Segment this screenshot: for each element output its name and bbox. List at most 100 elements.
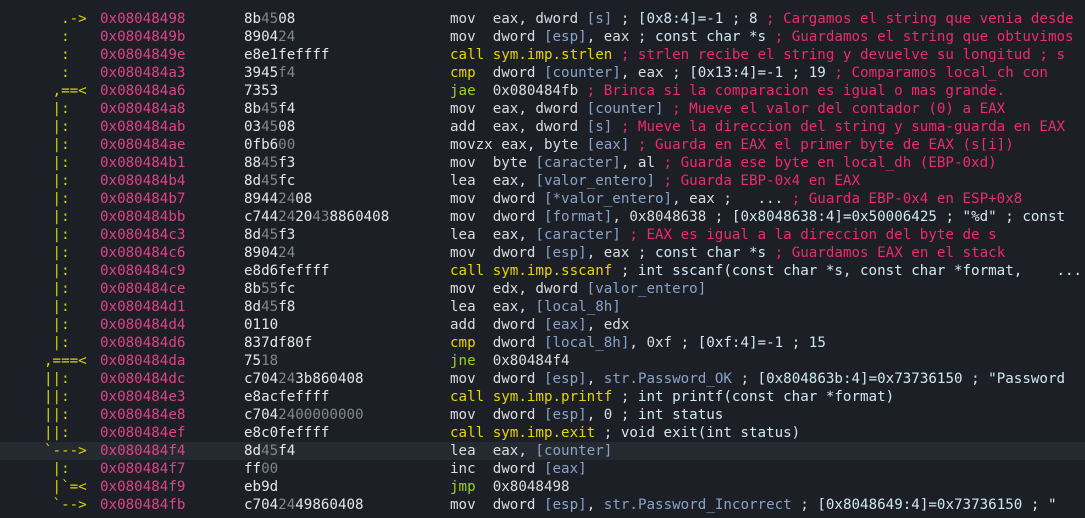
opcode-byte-group: 88 bbox=[244, 155, 262, 171]
disasm-row[interactable]: ||: 0x080484e8 c7042400000000 mov dword [e… bbox=[0, 406, 1085, 424]
address[interactable]: 0x080484dc bbox=[100, 370, 185, 388]
instruction-token: , 0xf ; bbox=[629, 335, 698, 351]
instruction-token: , eax ; bbox=[620, 65, 690, 81]
instruction-token: ; bbox=[612, 389, 638, 405]
address[interactable]: 0x080484f7 bbox=[100, 460, 185, 478]
opcode-byte-group: 24 bbox=[278, 29, 296, 45]
instruction-token: inc dword bbox=[450, 461, 544, 477]
disasm-row[interactable]: ,==< 0x080484a6 7353 jae 0x080484fb ; Brinc… bbox=[0, 82, 1085, 100]
disasm-row[interactable]: |: 0x080484d1 8d45f8 lea eax, [local_8h] bbox=[0, 298, 1085, 316]
opcode-byte-group: ffff bbox=[295, 47, 330, 63]
disasm-row[interactable]: ||: 0x080484e3 e8acfeffff call sym.imp.pri… bbox=[0, 388, 1085, 406]
disasm-row[interactable]: |: 0x080484f7 ff00 inc dword [eax] bbox=[0, 460, 1085, 478]
address[interactable]: 0x080484b7 bbox=[100, 190, 185, 208]
disasm-row[interactable]: |: 0x080484b4 8d45fc lea eax, [valor_enter… bbox=[0, 172, 1085, 190]
address[interactable]: 0x080484d6 bbox=[100, 334, 185, 352]
instruction-token: ... bbox=[757, 191, 784, 207]
address[interactable]: 0x080484b1 bbox=[100, 154, 185, 172]
instruction-token: jae bbox=[450, 83, 493, 99]
address[interactable]: 0x080484a6 bbox=[100, 82, 185, 100]
instruction-token: ; bbox=[731, 371, 758, 387]
instruction-token: , bbox=[586, 371, 604, 387]
disasm-row[interactable]: |: 0x080484c3 8d45f3 lea eax, [caracter] ;… bbox=[0, 226, 1085, 244]
instruction-token: add eax, dword bbox=[450, 119, 587, 135]
instruction-token: mov dword bbox=[450, 371, 544, 387]
address[interactable]: 0x080484c3 bbox=[100, 226, 185, 244]
disasm-row[interactable]: `---> 0x080484f4 8d45f4 lea eax, [counter] bbox=[0, 442, 1085, 460]
comment: ; Guardamos EAX en el stack bbox=[766, 245, 1006, 261]
address[interactable]: 0x080484e3 bbox=[100, 388, 185, 406]
disasm-row[interactable]: |: 0x080484bb c7442420438860408 mov dword … bbox=[0, 208, 1085, 226]
address[interactable]: 0x080484ce bbox=[100, 280, 185, 298]
opcode-byte-group: 0fb6 bbox=[244, 137, 279, 153]
address[interactable]: 0x0804849b bbox=[100, 28, 185, 46]
instruction-token: [0x8048638:4]=0x50006425 ; "%d" ; const bbox=[731, 209, 1066, 225]
address[interactable]: 0x08048498 bbox=[100, 10, 185, 28]
disasm-row[interactable]: .-> 0x08048498 8b4508 mov eax, dword [s] ; … bbox=[0, 10, 1085, 28]
address[interactable]: 0x080484f9 bbox=[100, 478, 185, 496]
address[interactable]: 0x080484c6 bbox=[100, 244, 185, 262]
disasm-row[interactable]: ,===< 0x080484da 7518 jne 0x80484f4 bbox=[0, 352, 1085, 370]
flow-arrows: |: bbox=[44, 335, 87, 351]
disasm-row[interactable]: |: 0x080484ce 8b55fc mov edx, dword [valor… bbox=[0, 280, 1085, 298]
disasm-row[interactable]: ||: 0x080484dc c704243b860408 mov dword [e… bbox=[0, 370, 1085, 388]
disasm-row[interactable]: |: 0x080484c9 e8d6feffff call sym.imp.ssca… bbox=[0, 262, 1085, 280]
disasm-row[interactable]: |: 0x080484ab 034508 add eax, dword [s] ; … bbox=[0, 118, 1085, 136]
instruction: lea eax, [caracter] ; EAX es igual a la … bbox=[450, 226, 997, 244]
disasm-row[interactable]: |: 0x080484d6 837df80f cmp dword [local_8h… bbox=[0, 334, 1085, 352]
address[interactable]: 0x080484fb bbox=[100, 496, 185, 514]
instruction-token: , 0x8048638 ; bbox=[612, 209, 732, 225]
comment: ; Mueve la direccion del string y suma-g… bbox=[612, 119, 1066, 135]
address[interactable]: 0x080484e8 bbox=[100, 406, 185, 424]
disasm-row[interactable]: `--> 0x080484fb c7042449860408 mov dword [e… bbox=[0, 496, 1085, 514]
flow-arrows: : bbox=[44, 65, 87, 81]
address[interactable]: 0x080484da bbox=[100, 352, 185, 370]
opcode-byte-group: f3 bbox=[278, 227, 296, 243]
instruction: mov eax, dword [counter] ; Mueve el valo… bbox=[450, 100, 1005, 118]
disasm-row[interactable]: |`=< 0x080484f9 eb9d jmp 0x8048498 bbox=[0, 478, 1085, 496]
comment: ; Guarda EBP-0x4 en ESP+0x8 bbox=[783, 191, 1023, 207]
opcode-byte-group: 24 bbox=[278, 407, 296, 423]
address[interactable]: 0x080484d1 bbox=[100, 298, 185, 316]
instruction: call sym.imp.printf ; int printf(const c… bbox=[450, 388, 894, 406]
address[interactable]: 0x080484a3 bbox=[100, 64, 185, 82]
comment: ; Guarda en EAX el primer byte de EAX (s… bbox=[629, 137, 1014, 153]
instruction-token: cmp bbox=[450, 335, 493, 351]
disasm-row[interactable]: |: 0x080484d4 0110 add dword [eax], edx bbox=[0, 316, 1085, 334]
instruction: call sym.imp.strlen ; strlen recibe el s… bbox=[450, 46, 1065, 64]
address[interactable]: 0x080484a8 bbox=[100, 100, 185, 118]
disasm-row[interactable]: : 0x0804849e e8e1feffff call sym.imp.strle… bbox=[0, 46, 1085, 64]
disasm-row[interactable]: |: 0x080484ae 0fb600 movzx eax, byte [eax]… bbox=[0, 136, 1085, 154]
opcode-bytes: e8acfeffff bbox=[244, 388, 329, 406]
address[interactable]: 0x080484d4 bbox=[100, 316, 185, 334]
flow-arrows: ||: bbox=[44, 407, 87, 423]
opcode-byte-group: 8904 bbox=[244, 245, 279, 261]
instruction-token: movzx eax, byte bbox=[450, 137, 587, 153]
flow-arrows: |: bbox=[44, 227, 87, 243]
disasm-row[interactable]: : 0x0804849b 890424 mov dword [esp], eax ;… bbox=[0, 28, 1085, 46]
address[interactable]: 0x080484b4 bbox=[100, 172, 185, 190]
disasm-row[interactable]: |: 0x080484c6 890424 mov dword [esp], eax … bbox=[0, 244, 1085, 262]
flow-arrows: |: bbox=[44, 119, 87, 135]
disasm-row[interactable]: |: 0x080484a8 8b45f4 mov eax, dword [count… bbox=[0, 100, 1085, 118]
address[interactable]: 0x080484ab bbox=[100, 118, 185, 136]
address[interactable]: 0x0804849e bbox=[100, 46, 185, 64]
flow-arrows: |: bbox=[44, 281, 87, 297]
disassembly-view[interactable]: .-> 0x08048498 8b4508 mov eax, dword [s] ; … bbox=[0, 0, 1085, 518]
address[interactable]: 0x080484ef bbox=[100, 424, 185, 442]
opcode-byte-group: ff bbox=[244, 461, 262, 477]
opcode-byte-group: 24 bbox=[278, 497, 296, 513]
instruction-token: , eax ; bbox=[586, 29, 656, 45]
address[interactable]: 0x080484c9 bbox=[100, 262, 185, 280]
disasm-row[interactable]: ||: 0x080484ef e8c0feffff call sym.imp.exi… bbox=[0, 424, 1085, 442]
disasm-row[interactable]: |: 0x080484b7 89442408 mov dword [*valor_e… bbox=[0, 190, 1085, 208]
disasm-row[interactable]: |: 0x080484b1 8845f3 mov byte [caracter], … bbox=[0, 154, 1085, 172]
address[interactable]: 0x080484f4 bbox=[100, 442, 185, 460]
instruction-token: , bbox=[586, 497, 604, 513]
address[interactable]: 0x080484bb bbox=[100, 208, 185, 226]
disasm-row[interactable]: : 0x080484a3 3945f4 cmp dword [counter], e… bbox=[0, 64, 1085, 82]
address[interactable]: 0x080484ae bbox=[100, 136, 185, 154]
instruction: cmp dword [counter], eax ; [0x13:4]=-1 ;… bbox=[450, 64, 1048, 82]
instruction-token: [format] bbox=[543, 209, 613, 225]
opcode-byte-group: 08 bbox=[278, 11, 296, 27]
